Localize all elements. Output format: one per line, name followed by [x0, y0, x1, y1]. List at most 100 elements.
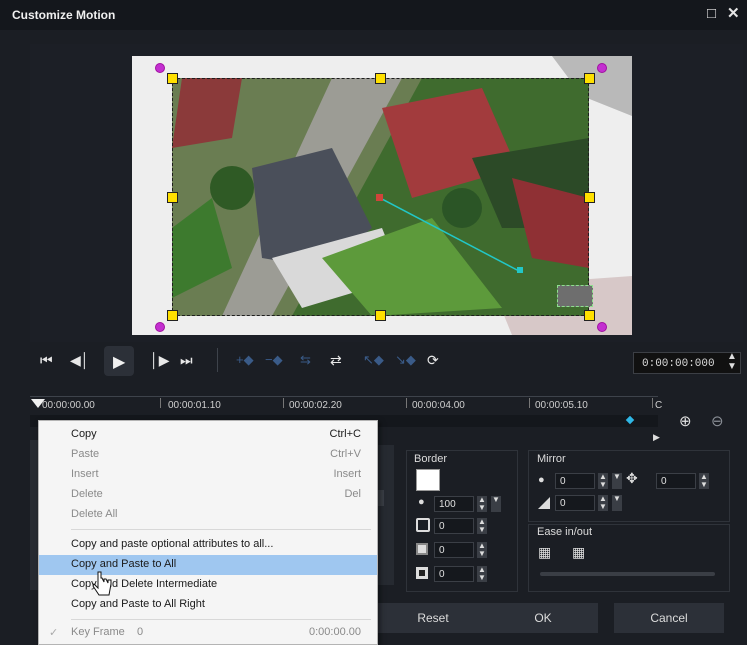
opacity-spinner-icon[interactable]: ▲ ▼ — [477, 496, 487, 512]
swap-icon[interactable]: ⇄ — [330, 352, 342, 369]
menu-item-label: Copy and Paste to All Right — [71, 598, 205, 610]
menu-item-keyframe[interactable]: ✓ Key Frame 0 0:00:00.00 — [39, 623, 377, 643]
mirror-field-2[interactable]: 0 — [555, 495, 595, 511]
mirror2-spinner-icon[interactable]: ▲ ▼ — [598, 495, 608, 511]
menu-item-delete[interactable]: Delete Del — [39, 485, 377, 505]
add-keyframe-icon[interactable]: +◆ — [236, 352, 254, 368]
menu-item-label: Delete — [71, 488, 103, 500]
playhead-icon[interactable] — [31, 399, 45, 408]
tick-label: C — [655, 400, 663, 411]
border-field-3[interactable]: 0 — [434, 566, 474, 582]
tick-mark — [529, 398, 530, 408]
rotate-handle-tr[interactable] — [597, 63, 607, 73]
move-icon: ✥ — [626, 470, 638, 486]
menu-item-shortcut: Ctrl+V — [330, 448, 361, 460]
tick-label: 00:00:04.00 — [412, 400, 465, 411]
check-icon: ✓ — [49, 627, 59, 639]
rotate-handle-br[interactable] — [597, 322, 607, 332]
menu-item-insert[interactable]: Insert Insert — [39, 465, 377, 485]
ruler-line — [30, 396, 658, 397]
menu-item-label: Paste — [71, 448, 100, 460]
ease-in-icon[interactable]: ▦ — [538, 544, 551, 561]
context-menu: Copy Ctrl+C Paste Ctrl+V Insert Insert Dele… — [38, 420, 378, 645]
ease-slider[interactable] — [540, 572, 715, 576]
resize-handle-l[interactable] — [167, 192, 178, 203]
opacity-dropdown-icon[interactable]: ▼ — [491, 496, 501, 512]
keyframe-time: 0:00:00.00 — [309, 626, 361, 638]
mirror2-dropdown-icon[interactable]: ▼ — [612, 495, 622, 511]
maximize-icon[interactable]: □ — [707, 5, 716, 23]
resize-handle-bl[interactable] — [167, 310, 178, 321]
reset-button[interactable]: Reset — [378, 603, 488, 633]
timecode-spinner-icon[interactable]: ▲ ▼ — [727, 352, 737, 372]
menu-item-copy-paste-optional[interactable]: Copy and paste optional attributes to al… — [39, 535, 377, 555]
tick-mark — [160, 398, 161, 408]
cancel-button[interactable]: Cancel — [614, 603, 724, 633]
reverse-keyframe-icon[interactable]: ⇆ — [300, 352, 311, 368]
border-opacity-field[interactable]: 100 — [434, 496, 474, 512]
shadow-box-icon — [416, 567, 428, 579]
mirror-opacity-icon: ● — [538, 474, 545, 486]
menu-item-label: Delete All — [71, 508, 118, 520]
keyframe-label: Key Frame — [71, 626, 125, 638]
menu-item-copy-paste-all[interactable]: Copy and Paste to All — [39, 555, 377, 575]
ok-button[interactable]: OK — [488, 603, 598, 633]
shadow-icon — [416, 543, 428, 555]
menu-item-copy-delete-intermediate[interactable]: Copy and Delete Intermediate — [39, 575, 377, 595]
zoom-out-icon[interactable]: ⊖ — [711, 412, 724, 430]
scroll-right-icon[interactable]: ▶ — [653, 432, 660, 443]
mirror-label: Mirror — [537, 453, 566, 465]
mouse-cursor-icon — [92, 571, 112, 596]
menu-item-copy-paste-all-right[interactable]: Copy and Paste to All Right — [39, 595, 377, 615]
skip-to-start-icon[interactable]: ⏮ — [40, 352, 53, 369]
mirror-field-3[interactable]: 0 — [656, 473, 696, 489]
menu-item-delete-all[interactable]: Delete All — [39, 505, 377, 525]
mirror1-spinner-icon[interactable]: ▲ ▼ — [598, 473, 608, 489]
next-frame-icon[interactable]: │▶ — [150, 352, 170, 369]
previous-frame-icon[interactable]: ◀│ — [70, 352, 90, 369]
menu-item-shortcut: Insert — [333, 468, 361, 480]
menu-item-label: Copy — [71, 428, 97, 440]
resize-handle-t[interactable] — [375, 73, 386, 84]
zoom-in-icon[interactable]: ⊕ — [679, 412, 692, 430]
menu-item-paste[interactable]: Paste Ctrl+V — [39, 445, 377, 465]
menu-item-copy[interactable]: Copy Ctrl+C — [39, 425, 377, 445]
motion-path[interactable] — [370, 190, 570, 310]
menu-item-shortcut: Del — [344, 488, 361, 500]
end-position-box[interactable] — [557, 285, 593, 307]
path-icon[interactable]: ⟳ — [427, 352, 439, 369]
resize-handle-b[interactable] — [375, 310, 386, 321]
close-icon[interactable]: ✕ — [727, 5, 740, 23]
window-title: Customize Motion — [12, 8, 116, 22]
field1-spinner-icon[interactable]: ▲ ▼ — [477, 518, 487, 534]
play-button[interactable]: ▶ — [104, 346, 134, 376]
remove-keyframe-icon[interactable]: −◆ — [265, 352, 283, 368]
border-field-1[interactable]: 0 — [434, 518, 474, 534]
rotate-handle-tl[interactable] — [155, 63, 165, 73]
resize-handle-tl[interactable] — [167, 73, 178, 84]
field2-spinner-icon[interactable]: ▲ ▼ — [477, 542, 487, 558]
rotate-handle-bl[interactable] — [155, 322, 165, 332]
attributes-panel-edge — [376, 445, 394, 585]
timecode-display[interactable]: 0:00:00:000 — [633, 352, 741, 374]
resize-handle-tr[interactable] — [584, 73, 595, 84]
menu-item-label: Insert — [71, 468, 99, 480]
toolbar-divider — [217, 348, 218, 372]
mirror-field-1[interactable]: 0 — [555, 473, 595, 489]
move-left-icon[interactable]: ↖◆ — [363, 352, 384, 368]
tick-mark — [652, 398, 653, 408]
opacity-icon: ● — [418, 496, 425, 508]
ease-out-icon[interactable]: ▦ — [572, 544, 585, 561]
mirror3-spinner-icon[interactable]: ▲ ▼ — [699, 473, 709, 489]
resize-handle-r[interactable] — [584, 192, 595, 203]
border-color-swatch[interactable] — [416, 469, 440, 491]
skip-to-end-icon[interactable]: ⏭ — [180, 352, 193, 369]
tick-mark — [283, 398, 284, 408]
move-right-icon[interactable]: ↘◆ — [395, 352, 416, 368]
border-field-2[interactable]: 0 — [434, 542, 474, 558]
mirror1-dropdown-icon[interactable]: ▼ — [612, 473, 622, 489]
field3-spinner-icon[interactable]: ▲ ▼ — [477, 566, 487, 582]
border-label: Border — [414, 453, 448, 465]
tick-mark — [406, 398, 407, 408]
resize-handle-br[interactable] — [584, 310, 595, 321]
